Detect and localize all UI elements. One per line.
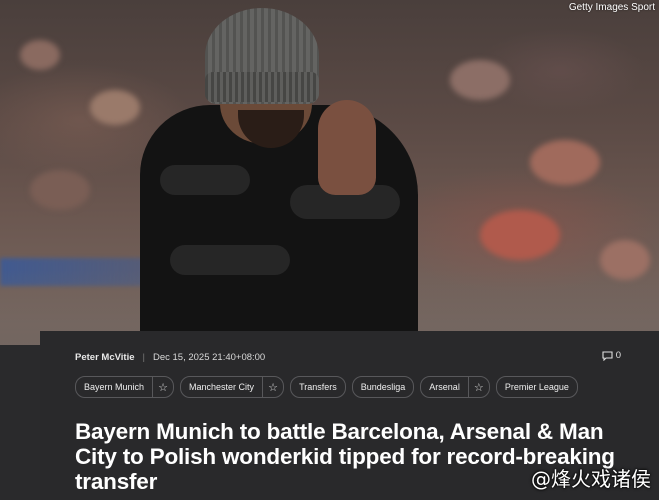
- image-credit: Getty Images Sport: [568, 2, 655, 13]
- tag-transfers[interactable]: Transfers: [290, 376, 346, 398]
- tag-label: Premier League: [504, 382, 569, 392]
- comment-count: 0: [615, 350, 621, 361]
- crowd-blur: [30, 170, 90, 210]
- star-icon[interactable]: ☆: [467, 377, 489, 397]
- crowd-blur: [90, 90, 140, 125]
- star-icon[interactable]: ☆: [152, 377, 173, 397]
- tag-label: Bayern Munich: [84, 382, 145, 392]
- watermark: @烽火戏诸侯: [531, 467, 651, 491]
- author-link[interactable]: Peter McVitie: [75, 352, 135, 363]
- comments-button[interactable]: 0: [602, 350, 621, 361]
- tag-label: Manchester City: [189, 382, 255, 392]
- meta-separator: |: [142, 351, 145, 363]
- person-hands: [318, 100, 376, 195]
- hero-image: Getty Images Sport: [0, 0, 659, 345]
- person-beanie-cuff: [205, 72, 319, 102]
- tag-list: Bayern Munich ☆ Manchester City ☆ Transf…: [75, 376, 578, 398]
- crowd-blur: [530, 140, 600, 185]
- publish-date: Dec 15, 2025 21:40+08:00: [152, 351, 266, 363]
- tag-label: Arsenal: [429, 382, 460, 392]
- crowd-blur: [20, 40, 60, 70]
- article-meta: Peter McVitie | Dec 15, 2025 21:40+08:00: [75, 350, 265, 364]
- comment-bubble-icon: [602, 350, 613, 361]
- crowd-blur: [450, 60, 510, 100]
- crowd-blur: [480, 210, 560, 260]
- tag-label: Transfers: [299, 382, 337, 392]
- page-side-strip: [0, 345, 40, 500]
- coat-fold: [160, 165, 250, 195]
- tag-premier-league[interactable]: Premier League: [495, 376, 578, 398]
- tag-bundesliga[interactable]: Bundesliga: [351, 376, 415, 398]
- tag-manchester-city[interactable]: Manchester City ☆: [180, 376, 285, 398]
- tag-arsenal[interactable]: Arsenal ☆: [420, 376, 490, 398]
- tag-label: Bundesliga: [360, 382, 406, 392]
- tag-bayern-munich[interactable]: Bayern Munich ☆: [75, 376, 175, 398]
- coat-fold: [170, 245, 290, 275]
- star-icon[interactable]: ☆: [262, 377, 283, 397]
